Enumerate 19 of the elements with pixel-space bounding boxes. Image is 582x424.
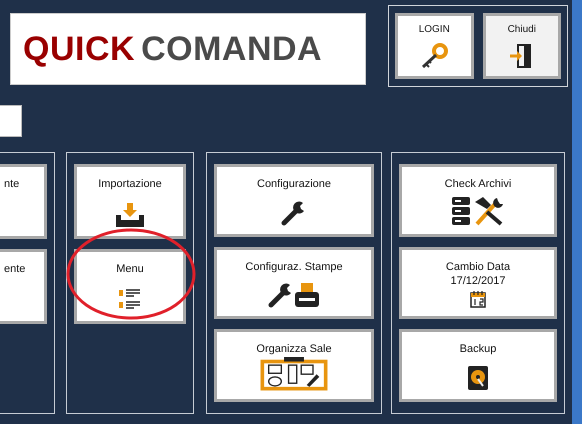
- menu-tile-button[interactable]: Organizza Sale: [214, 329, 374, 402]
- close-button[interactable]: Chiudi: [482, 13, 561, 79]
- menu-tile-button[interactable]: Backup: [399, 329, 557, 402]
- wrench-printer-icon: [268, 282, 320, 308]
- database-tools-icon: [451, 196, 505, 226]
- wrench-icon: [281, 200, 307, 226]
- menu-tile-button[interactable]: Menu: [74, 249, 186, 324]
- input-field[interactable]: [0, 105, 22, 137]
- download-tray-icon: [115, 202, 145, 228]
- menu-tile-button[interactable]: nte: [0, 164, 47, 239]
- login-button[interactable]: LOGIN: [395, 13, 474, 79]
- menu-tile-button[interactable]: Check Archivi: [399, 164, 557, 237]
- menu-tile-button[interactable]: Importazione: [74, 164, 186, 239]
- calendar-icon: [470, 290, 486, 308]
- menu-tile-button[interactable]: Cambio Data 17/12/2017: [399, 246, 557, 320]
- logo: QUICK COMANDA: [10, 13, 366, 85]
- menu-tile-button[interactable]: Configuraz. Stampe: [214, 246, 374, 320]
- menu-tile-button[interactable]: ente: [0, 249, 47, 324]
- menu-tile-button[interactable]: Configurazione: [214, 164, 374, 237]
